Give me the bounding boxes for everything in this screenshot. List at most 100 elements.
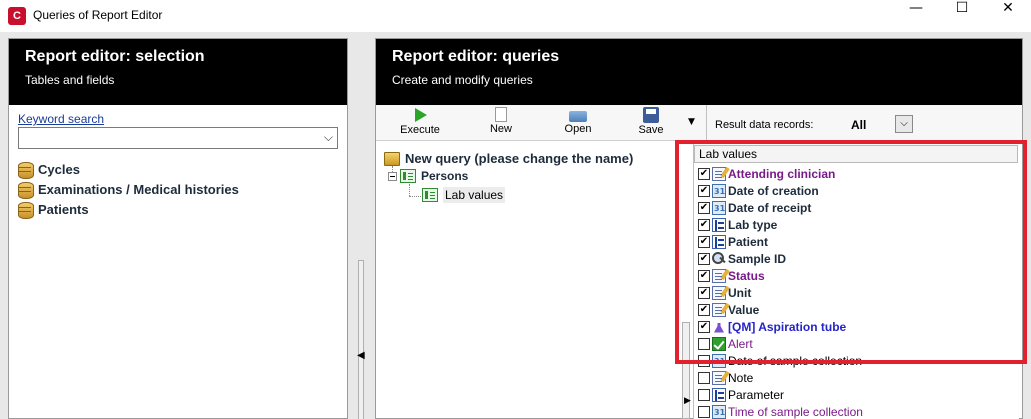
field-checkbox[interactable] [698,388,710,401]
save-button[interactable]: Save [621,107,681,141]
field-row[interactable]: Time of sample collection [698,403,863,419]
maximize-button[interactable]: ☐ [939,0,985,30]
splitter-bar[interactable] [358,260,364,419]
link-icon [712,387,726,402]
check-icon [712,336,726,351]
field-checkbox[interactable] [698,371,710,384]
field-label: Patient [728,234,769,249]
collapse-icon[interactable] [388,171,397,181]
text-icon [712,166,726,181]
date-icon [712,183,726,198]
field-checkbox[interactable] [698,337,710,350]
field-row[interactable]: Alert [698,335,753,352]
field-row[interactable]: Parameter [698,386,784,403]
field-row[interactable]: ✔ Sample ID [698,250,786,267]
key-icon [712,251,726,266]
keyword-search-label: Keyword search [18,112,105,126]
field-checkbox[interactable]: ✔ [698,218,710,231]
tree-connector [409,196,421,197]
toolbar-overflow-icon[interactable]: ▼ [688,117,695,127]
field-label: Lab type [728,217,778,232]
open-folder-icon [569,111,587,122]
field-checkbox[interactable] [698,354,710,367]
minimize-button[interactable]: — [893,0,939,30]
query-icon [384,151,400,166]
table-item-label: Patients [38,201,89,217]
selection-panel-subtitle: Tables and fields [25,73,115,87]
field-row[interactable]: ✔ Status [698,267,765,284]
field-label: Status [728,268,765,283]
field-label: [QM] Aspiration tube [728,319,847,334]
field-checkbox[interactable]: ✔ [698,286,710,299]
table-item-cycles[interactable]: Cycles [18,160,80,179]
open-label: Open [564,123,592,135]
text-icon [712,370,726,385]
field-label: Unit [728,285,752,300]
open-button[interactable]: Open [548,107,608,141]
field-checkbox[interactable]: ✔ [698,303,710,316]
field-checkbox[interactable]: ✔ [698,269,710,282]
result-records-label: Result data records: [715,119,814,131]
field-label: Time of sample collection [728,404,863,419]
field-checkbox[interactable] [698,405,710,418]
field-label: Date of sample collection [728,353,863,368]
chevron-down-icon[interactable]: ⌵ [324,130,333,145]
field-row[interactable]: ✔ [QM] Aspiration tube [698,318,846,335]
result-records-dropdown[interactable]: ⌵ [895,115,913,133]
query-name: New query (please change the name) [405,151,634,166]
field-label: Attending clinician [728,166,836,181]
field-row[interactable]: ✔ Date of receipt [698,199,811,216]
field-label: Sample ID [728,251,787,266]
collapse-left-icon[interactable]: ◀ [357,350,365,361]
field-row[interactable]: ✔ Attending clinician [698,165,835,182]
field-row[interactable]: ✔ Unit [698,284,751,301]
new-button[interactable]: New [471,107,531,141]
queries-panel-title: Report editor: queries [392,48,560,65]
new-document-icon [495,107,507,122]
database-icon [18,201,34,219]
table-item-examinations[interactable]: Examinations / Medical histories [18,180,239,199]
floppy-disk-icon [643,107,659,123]
database-icon [18,161,34,179]
close-button[interactable]: ✕ [985,0,1031,30]
field-label: Date of creation [728,183,819,198]
panel-splitter[interactable]: ◀ [356,260,366,419]
field-row[interactable]: ✔ Date of creation [698,182,819,199]
field-checkbox[interactable]: ✔ [698,167,710,180]
query-toolbar: Execute New Open Save [376,105,706,141]
field-checkbox[interactable]: ✔ [698,235,710,248]
title-bar: C Queries of Report Editor — ☐ ✕ [0,0,1031,32]
keyword-search-input[interactable]: ⌵ [18,127,338,149]
database-icon [18,181,34,199]
field-checkbox[interactable]: ✔ [698,252,710,265]
text-icon [712,302,726,317]
result-records-value: All [851,118,867,132]
field-checkbox[interactable]: ✔ [698,184,710,197]
field-row[interactable]: Note [698,369,753,386]
link-icon [712,217,726,232]
query-root[interactable]: New query (please change the name) [384,151,633,166]
expand-right-icon[interactable]: ▶ [684,396,691,406]
field-label: Note [728,370,754,385]
field-row[interactable]: Date of sample collection [698,352,862,369]
text-icon [712,268,726,283]
save-label: Save [638,124,664,136]
field-row[interactable]: ✔ Patient [698,233,768,250]
table-icon [400,169,416,183]
tree-node-lab-values[interactable]: Lab values [422,187,506,203]
field-checkbox[interactable]: ✔ [698,201,710,214]
field-row[interactable]: ✔ Value [698,301,759,318]
tree-node-persons[interactable]: Persons [388,169,468,183]
date-icon [712,200,726,215]
field-list: Lab values ✔ Attending clinician ✔ Date of … [693,144,1019,419]
execute-button[interactable]: Execute [390,107,450,141]
tree-connector [409,184,410,196]
field-label: Date of receipt [728,200,812,215]
app-logo-icon: C [8,7,26,25]
field-row[interactable]: ✔ Lab type [698,216,777,233]
table-item-patients[interactable]: Patients [18,200,89,219]
tree-node-label: Persons [421,169,469,183]
field-list-header: Lab values [694,145,1018,163]
execute-label: Execute [400,124,440,136]
field-checkbox[interactable]: ✔ [698,320,710,333]
